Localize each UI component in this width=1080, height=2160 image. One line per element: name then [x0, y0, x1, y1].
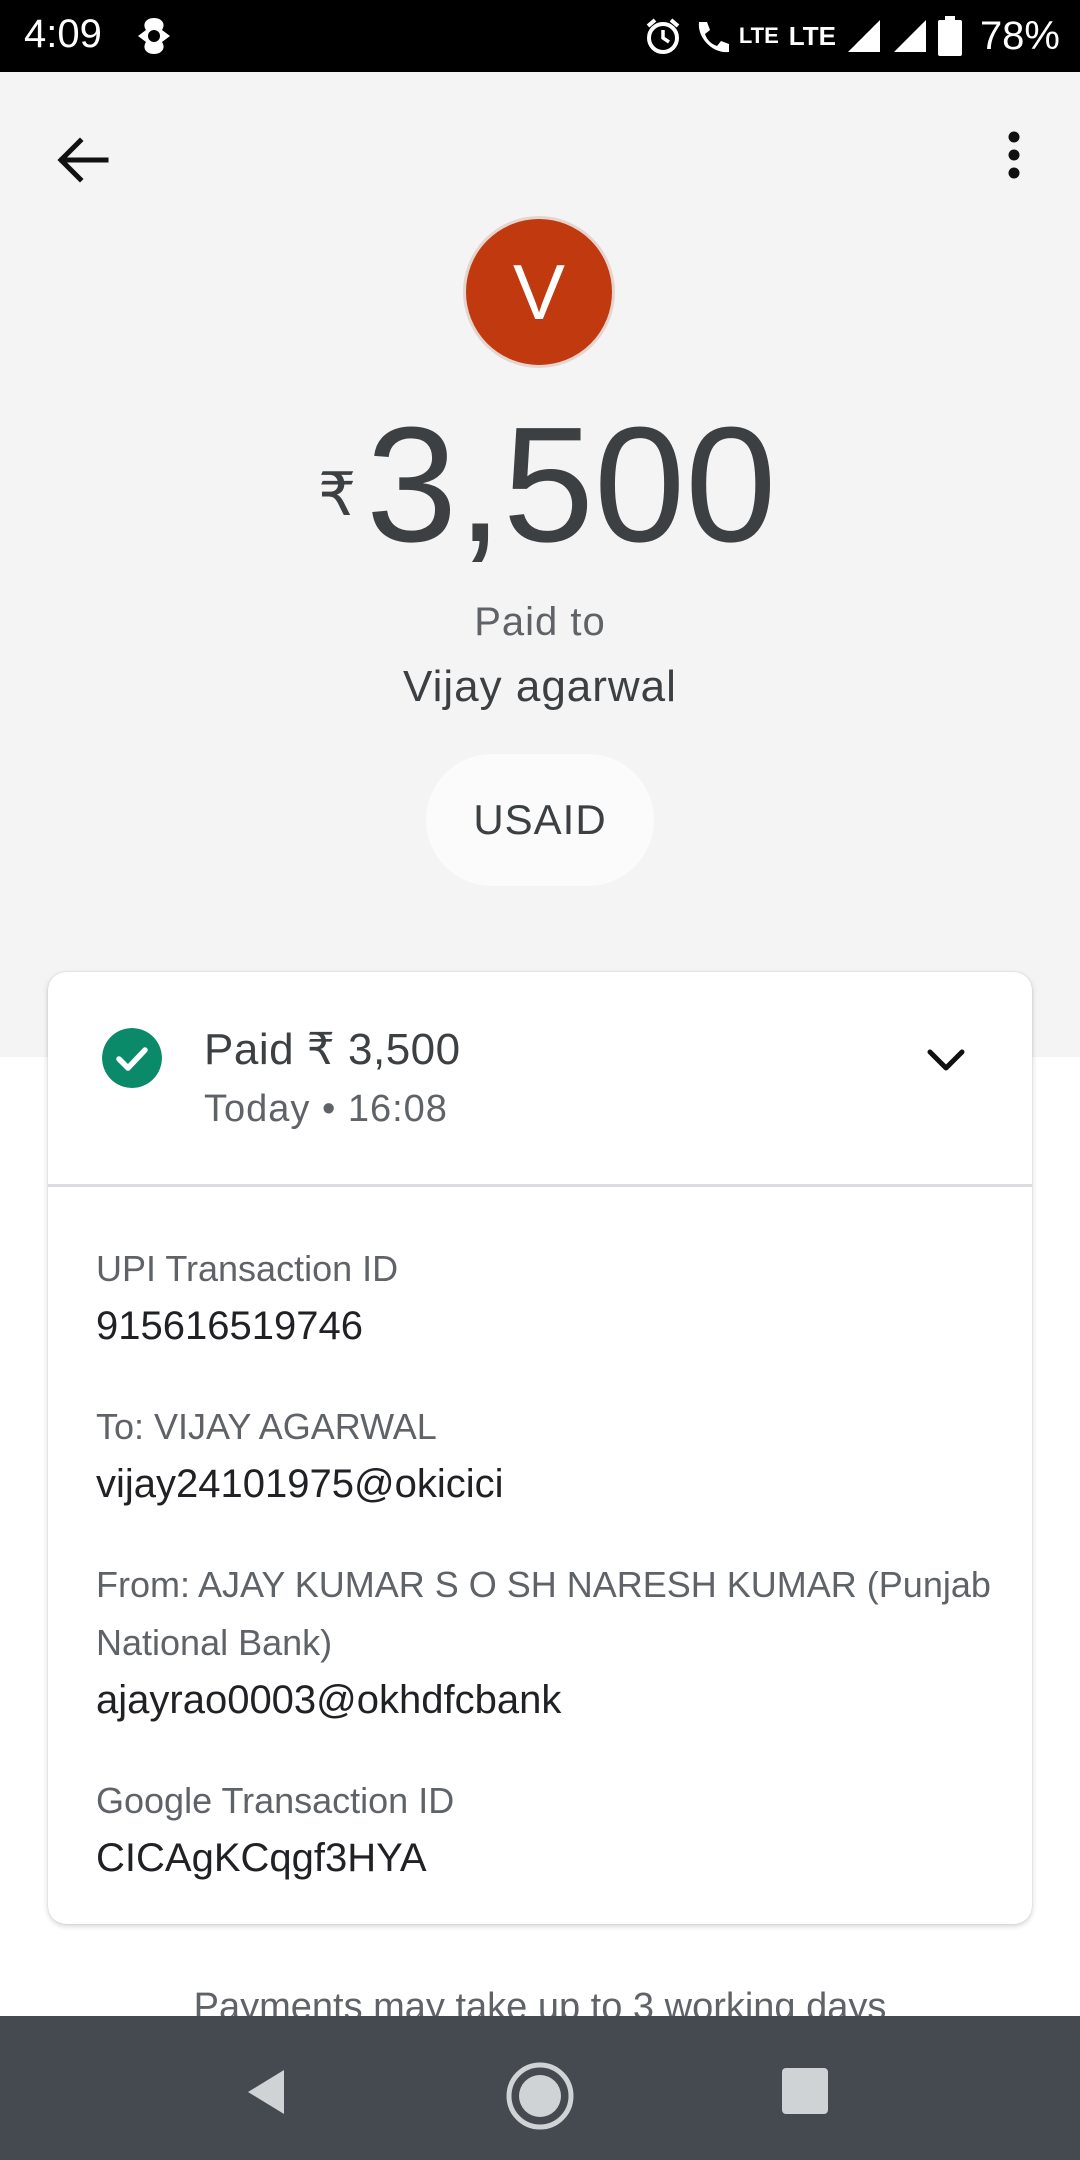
arrow-back-icon[interactable]	[50, 125, 120, 195]
payee-name: Vijay agarwal	[403, 662, 677, 711]
signal-icon	[893, 20, 926, 52]
detail-value: vijay24101975@okicici	[96, 1462, 504, 1506]
transaction-status-header[interactable]: Paid ₹ 3,500 Today • 16:08	[48, 972, 1032, 1187]
battery-percent: 78%	[979, 13, 1060, 58]
status-time: 4:09	[24, 12, 102, 56]
status-icons: LTE LTE 78%	[643, 10, 1060, 62]
detail-value: 915616519746	[96, 1304, 363, 1348]
avatar: V	[463, 216, 615, 368]
footer-note: Payments may take up to 3 working days	[193, 1986, 887, 2016]
check-circle-icon	[102, 1028, 162, 1088]
detail-upi-id: UPI Transaction ID 915616519746	[96, 1240, 996, 1354]
signal-icon	[847, 20, 880, 52]
status-bar: 4:09 LTE LTE 78%	[0, 0, 1080, 72]
status-title: Paid ₹ 3,500	[204, 1025, 461, 1074]
network-label-1: LTE	[738, 23, 779, 48]
detail-google-id: Google Transaction ID CICAgKCqgf3HYA	[96, 1772, 996, 1886]
transaction-details-card: Paid ₹ 3,500 Today • 16:08 UPI Transacti…	[48, 972, 1032, 1924]
detail-value: CICAgKCqgf3HYA	[96, 1836, 427, 1880]
nav-home-icon[interactable]	[504, 2060, 576, 2132]
network-label-2: LTE	[788, 20, 836, 51]
detail-to: To: VIJAY AGARWAL vijay24101975@okicici	[96, 1398, 996, 1512]
detail-label: Google Transaction ID	[96, 1780, 455, 1821]
nav-back-icon[interactable]	[240, 2064, 296, 2120]
detail-label: UPI Transaction ID	[96, 1248, 399, 1289]
currency-symbol: ₹	[318, 461, 357, 528]
detail-from: From: AJAY KUMAR S O SH NARESH KUMAR (Pu…	[96, 1556, 996, 1728]
nav-recents-icon[interactable]	[782, 2068, 828, 2114]
navigation-bar	[0, 2016, 1080, 2160]
detail-value: ajayrao0003@okhdfcbank	[96, 1678, 562, 1722]
chevron-down-icon[interactable]	[918, 1032, 974, 1088]
app-notification-icon	[138, 18, 170, 54]
paid-to-label: Paid to	[474, 600, 606, 644]
detail-label: From: AJAY KUMAR S O SH NARESH KUMAR (Pu…	[96, 1564, 991, 1663]
amount-display: ₹ 3,500	[0, 400, 1080, 570]
wifi-calling-icon	[698, 22, 729, 53]
payment-note: USAID	[426, 754, 654, 886]
alarm-icon	[646, 18, 680, 54]
status-time: Today • 16:08	[204, 1088, 448, 1130]
payment-amount: 3,500	[366, 393, 777, 576]
more-vert-icon[interactable]	[990, 125, 1040, 195]
detail-label: To: VIJAY AGARWAL	[96, 1406, 437, 1447]
battery-icon	[937, 16, 962, 56]
